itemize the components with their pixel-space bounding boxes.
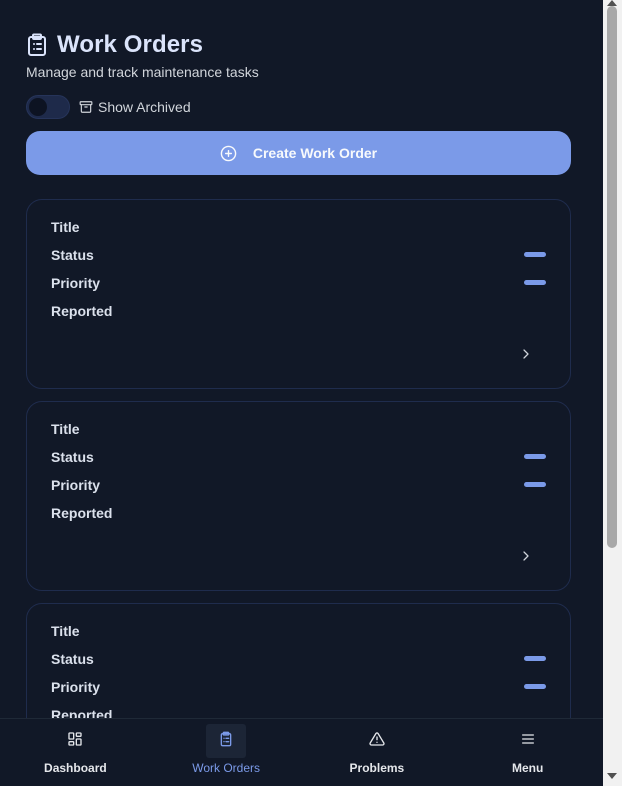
clipboard-list-icon xyxy=(26,33,48,57)
status-placeholder-pill xyxy=(524,656,546,661)
scroll-down-arrow-icon[interactable] xyxy=(607,773,617,779)
nav-label-work-orders: Work Orders xyxy=(192,761,261,775)
toggle-knob xyxy=(29,98,47,116)
card-reported-label: Reported xyxy=(51,505,113,521)
chevron-right-icon[interactable] xyxy=(520,550,532,562)
page-title: Work Orders xyxy=(57,31,204,58)
create-work-order-label: Create Work Order xyxy=(252,145,378,161)
nav-label-dashboard: Dashboard xyxy=(44,761,107,775)
archive-icon xyxy=(79,100,93,114)
chevron-right-icon[interactable] xyxy=(520,348,532,360)
nav-item-work-orders[interactable]: Work Orders xyxy=(151,719,302,786)
card-priority-label: Priority xyxy=(51,477,101,493)
card-status-label: Status xyxy=(51,651,94,667)
card-status-label: Status xyxy=(51,449,94,465)
priority-placeholder-pill xyxy=(524,684,546,689)
clipboard-list-icon xyxy=(218,731,234,747)
vertical-scrollbar[interactable] xyxy=(603,0,622,786)
card-title-label: Title xyxy=(51,219,80,235)
show-archived-toggle[interactable] xyxy=(26,95,70,119)
nav-item-menu[interactable]: Menu xyxy=(452,719,603,786)
nav-item-problems[interactable]: Problems xyxy=(302,719,453,786)
card-status-label: Status xyxy=(51,247,94,263)
layout-grid-icon xyxy=(67,731,83,747)
nav-label-menu: Menu xyxy=(511,761,544,775)
nav-label-problems: Problems xyxy=(349,761,405,775)
scrollbar-thumb[interactable] xyxy=(607,6,617,548)
card-reported-label: Reported xyxy=(51,303,113,319)
page-header: Work Orders Manage and track maintenance… xyxy=(26,31,259,80)
status-placeholder-pill xyxy=(524,454,546,459)
menu-icon xyxy=(520,731,536,747)
card-title-label: Title xyxy=(51,623,80,639)
card-priority-label: Priority xyxy=(51,679,101,695)
card-title-label: Title xyxy=(51,421,80,437)
bottom-nav: Dashboard Work Orders Problems Menu xyxy=(0,718,603,786)
alert-triangle-icon xyxy=(369,731,385,747)
show-archived-label: Show Archived xyxy=(98,99,191,115)
status-placeholder-pill xyxy=(524,252,546,257)
app-viewport: Work Orders Manage and track maintenance… xyxy=(0,0,603,786)
create-work-order-button[interactable]: Create Work Order xyxy=(26,131,571,175)
priority-placeholder-pill xyxy=(524,482,546,487)
title-row: Work Orders xyxy=(26,31,259,59)
plus-circle-icon xyxy=(220,145,237,162)
card-priority-label: Priority xyxy=(51,275,101,291)
page-subtitle: Manage and track maintenance tasks xyxy=(26,64,259,80)
show-archived-row: Show Archived xyxy=(26,95,191,119)
nav-item-dashboard[interactable]: Dashboard xyxy=(0,719,151,786)
work-order-card[interactable]: Title Status Priority Reported xyxy=(26,199,571,389)
work-order-card[interactable]: Title Status Priority Reported xyxy=(26,401,571,591)
priority-placeholder-pill xyxy=(524,280,546,285)
